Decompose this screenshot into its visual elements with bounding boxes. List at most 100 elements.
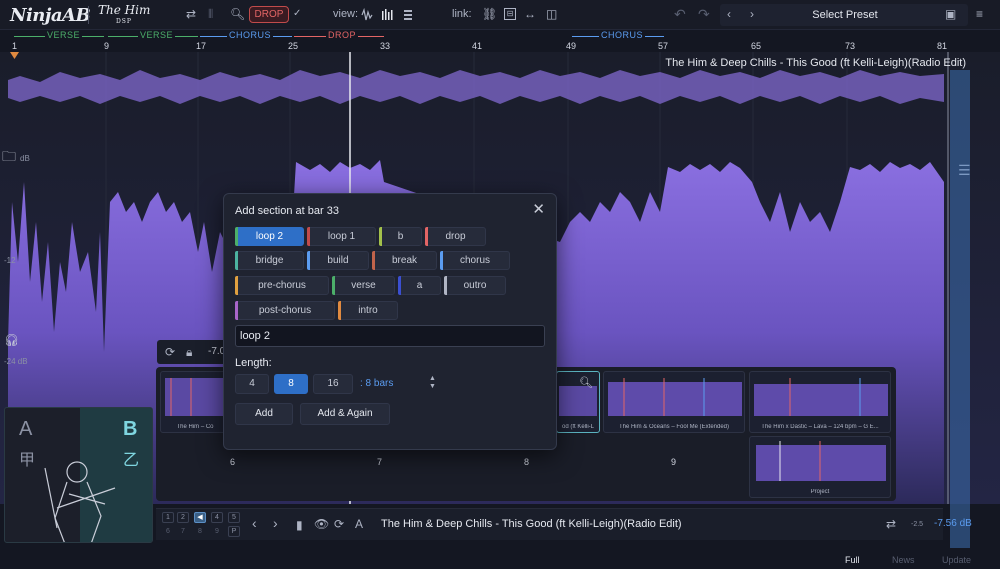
spectrum-icon[interactable] bbox=[382, 9, 393, 20]
slot-button[interactable]: 9 bbox=[211, 526, 223, 537]
chevron-right-icon[interactable]: › bbox=[750, 7, 754, 21]
length-label: Length: bbox=[235, 357, 272, 369]
ninja-illustration bbox=[44, 461, 116, 542]
drop-button[interactable]: DROP bbox=[249, 6, 289, 23]
ab-ninja-panel[interactable]: A 甲 B 乙 bbox=[4, 407, 153, 543]
bar-number: 17 bbox=[196, 41, 207, 51]
stretch-icon[interactable]: ↔ bbox=[524, 7, 536, 21]
zoom-icon[interactable]: 🔍︎ bbox=[579, 376, 593, 389]
reference-thumb-project[interactable]: Project bbox=[749, 436, 891, 498]
slot-button[interactable]: 1 bbox=[162, 512, 174, 523]
swap-icon[interactable]: ⇄ bbox=[186, 7, 196, 21]
a-label[interactable]: A bbox=[19, 418, 32, 441]
check-icon[interactable]: ✓ bbox=[293, 7, 301, 21]
bolt-icon[interactable]: ⦀ bbox=[208, 7, 213, 21]
length-option-8[interactable]: 8 bbox=[274, 374, 308, 394]
chevron-down-icon[interactable]: ▼ bbox=[429, 383, 436, 390]
close-icon[interactable]: ✕ bbox=[532, 202, 545, 217]
preset-label[interactable]: Select Preset bbox=[770, 9, 920, 21]
stop-icon[interactable]: ▮ bbox=[296, 518, 303, 532]
add-again-button[interactable]: Add & Again bbox=[300, 403, 390, 425]
footer-tab-update[interactable]: Update bbox=[942, 555, 971, 565]
lock-icon[interactable]: 🔒︎ bbox=[186, 345, 192, 359]
b-sub-label: 乙 bbox=[123, 452, 140, 469]
slot-button[interactable]: 5 bbox=[228, 512, 240, 523]
chip-label: a bbox=[416, 280, 423, 291]
folder-icon[interactable]: 🗀 bbox=[2, 146, 16, 170]
chip-label: build bbox=[327, 255, 349, 266]
chip-a[interactable]: a bbox=[398, 276, 441, 295]
columns-icon[interactable]: ◫ bbox=[546, 7, 557, 21]
waveform-icon[interactable] bbox=[361, 7, 373, 21]
db-label: dB bbox=[20, 154, 30, 163]
reference-thumb[interactable]: The Him – Co bbox=[160, 371, 230, 433]
fit-icon[interactable]: ⊟ bbox=[504, 8, 516, 20]
chevron-left-icon[interactable]: ‹ bbox=[252, 516, 257, 530]
redo-icon[interactable]: ↷ bbox=[698, 7, 710, 21]
reference-thumb[interactable]: The Him x Dastic – Lava – 124 bpm – G E.… bbox=[749, 371, 891, 433]
add-button[interactable]: Add bbox=[235, 403, 293, 425]
reference-thumb[interactable]: The Him & Oceans – Fool Me (Extended) bbox=[603, 371, 745, 433]
unlink-icon[interactable]: ⛓ bbox=[482, 7, 497, 21]
chevron-right-icon[interactable]: › bbox=[273, 516, 278, 530]
chip-b[interactable]: b bbox=[379, 227, 422, 246]
search-icon[interactable]: 🔍︎ bbox=[230, 7, 245, 21]
chevron-up-icon[interactable]: ▲ bbox=[429, 375, 436, 382]
stack-icon[interactable] bbox=[404, 10, 412, 20]
bar-number: 25 bbox=[288, 41, 299, 51]
start-marker-icon[interactable] bbox=[10, 52, 19, 60]
chip-outro[interactable]: outro bbox=[444, 276, 506, 295]
sync-icon[interactable]: ⟳ bbox=[165, 345, 175, 359]
chip-loop-1[interactable]: loop 1 bbox=[307, 227, 376, 246]
eye-icon[interactable]: 👁︎ bbox=[314, 517, 329, 531]
chip-pre-chorus[interactable]: pre-chorus bbox=[235, 276, 329, 295]
add-section-dialog: Add section at bar 33 ✕ loop 2 loop 1 b … bbox=[223, 193, 557, 450]
section-label-chorus-1[interactable]: CHORUS bbox=[227, 30, 274, 40]
slot-button[interactable]: 4 bbox=[211, 512, 223, 523]
db-label: -24 dB bbox=[4, 357, 28, 366]
length-stepper[interactable]: ▲ ▼ bbox=[429, 375, 436, 391]
chip-intro[interactable]: intro bbox=[338, 301, 398, 320]
grid-label: 9 bbox=[671, 457, 677, 467]
text-icon[interactable]: A bbox=[355, 517, 363, 531]
chip-build[interactable]: build bbox=[307, 251, 369, 270]
logo-divider bbox=[88, 6, 89, 24]
slot-button[interactable]: P bbox=[228, 526, 240, 537]
section-name-input[interactable] bbox=[235, 325, 545, 347]
chip-bridge[interactable]: bridge bbox=[235, 251, 304, 270]
length-option-16[interactable]: 16 bbox=[313, 374, 353, 394]
chip-verse[interactable]: verse bbox=[332, 276, 395, 295]
slot-button[interactable]: 8 bbox=[194, 526, 206, 537]
loop-icon[interactable]: ⟳ bbox=[334, 517, 344, 531]
slot-button[interactable]: 6 bbox=[162, 526, 174, 537]
slot-button-active[interactable]: ◀ bbox=[194, 512, 206, 523]
level-meter bbox=[950, 70, 970, 548]
section-label-chorus-2[interactable]: CHORUS bbox=[599, 30, 646, 40]
length-bars-value[interactable]: : 8 bars bbox=[360, 378, 393, 389]
swap-ab-icon[interactable]: ⇄ bbox=[886, 517, 896, 531]
undo-icon[interactable]: ↶ bbox=[674, 7, 686, 21]
b-label[interactable]: B bbox=[123, 418, 137, 441]
chip-loop-2[interactable]: loop 2 bbox=[235, 227, 304, 246]
chip-post-chorus[interactable]: post-chorus bbox=[235, 301, 335, 320]
chip-drop[interactable]: drop bbox=[425, 227, 486, 246]
footer-tab-full[interactable]: Full bbox=[845, 555, 860, 565]
save-icon[interactable]: ▣ bbox=[945, 7, 956, 21]
chevron-left-icon[interactable]: ‹ bbox=[727, 7, 731, 21]
slot-button[interactable]: 7 bbox=[177, 526, 189, 537]
section-label-verse-1[interactable]: VERSE bbox=[45, 30, 83, 40]
link-label: link: bbox=[452, 8, 472, 20]
section-label-verse-2[interactable]: VERSE bbox=[138, 30, 176, 40]
headphones-icon[interactable]: 🎧︎ bbox=[4, 333, 19, 347]
chip-color-bar bbox=[332, 276, 335, 295]
footer-tab-news[interactable]: News bbox=[892, 555, 915, 565]
chip-chorus[interactable]: chorus bbox=[440, 251, 510, 270]
length-option-4[interactable]: 4 bbox=[235, 374, 269, 394]
chip-color-bar bbox=[372, 251, 375, 270]
chip-break[interactable]: break bbox=[372, 251, 437, 270]
menu-icon[interactable]: ≡ bbox=[976, 7, 983, 21]
slot-button[interactable]: 2 bbox=[177, 512, 189, 523]
section-label-drop[interactable]: DROP bbox=[326, 30, 359, 40]
reference-thumb-active[interactable]: 🔍︎ od (ft Kelli-L bbox=[556, 371, 600, 433]
bar-number: 9 bbox=[104, 41, 110, 51]
